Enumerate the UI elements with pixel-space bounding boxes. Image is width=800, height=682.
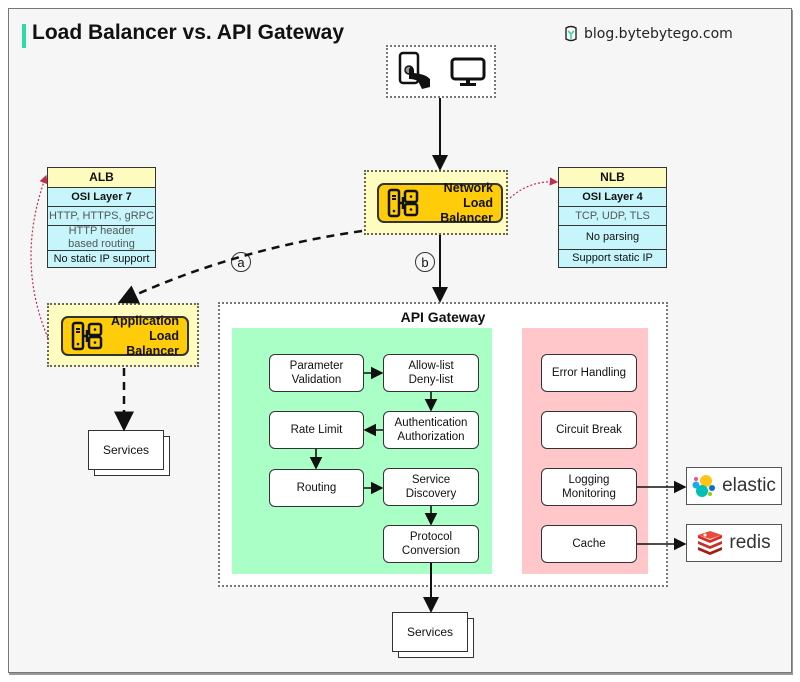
step-error-handling[interactable]: Error Handling [541, 354, 637, 392]
application-load-balancer[interactable]: Application Load Balancer [61, 313, 189, 358]
application-lb-label: Application Load Balancer [110, 313, 179, 358]
network-lb-zone: Network Load Balancer [364, 170, 508, 235]
alb-services[interactable]: Services [88, 430, 170, 476]
alb-table: ALB OSI Layer 7 HTTP, HTTPS, gRPC HTTP h… [47, 167, 156, 268]
step-routing[interactable]: Routing [269, 469, 364, 507]
step-authentication-authorization[interactable]: Authentication Authorization [383, 411, 479, 449]
mobile-touch-icon [398, 51, 430, 89]
services-label: Services [392, 612, 468, 652]
alb-table-title: ALB [48, 168, 155, 187]
step-protocol-conversion[interactable]: Protocol Conversion [383, 525, 479, 563]
brand[interactable]: blog.bytebytego.com [564, 25, 733, 42]
alb-table-row: HTTP header based routing [48, 225, 155, 250]
brand-url: blog.bytebytego.com [584, 25, 733, 42]
redis-label: redis [729, 532, 771, 553]
nlb-table-row: No parsing [559, 225, 666, 249]
nlb-table-row: Support static IP [559, 249, 666, 267]
nlb-table-row: TCP, UDP, TLS [559, 206, 666, 225]
api-gateway-title: API Gateway [400, 309, 486, 325]
title-accent-bar [22, 24, 26, 48]
redis-logo-icon [698, 531, 723, 555]
step-allow-deny-list[interactable]: Allow-list Deny-list [383, 354, 479, 392]
network-lb-label: Network Load Balancer [440, 180, 493, 225]
clients-box [386, 45, 496, 98]
page-title: Load Balancer vs. API Gateway [32, 21, 345, 44]
path-a-badge: a [231, 252, 251, 272]
path-b-badge: b [415, 252, 435, 272]
gateway-services[interactable]: Services [392, 612, 474, 658]
network-load-balancer[interactable]: Network Load Balancer [377, 180, 503, 225]
application-lb-zone: Application Load Balancer [47, 303, 199, 367]
step-logging-monitoring[interactable]: Logging Monitoring [541, 468, 637, 506]
alb-table-row: OSI Layer 7 [48, 187, 155, 206]
step-service-discovery[interactable]: Service Discovery [383, 468, 479, 506]
step-cache[interactable]: Cache [541, 525, 637, 563]
alb-table-row: No static IP support [48, 250, 155, 267]
load-balancer-icon [71, 321, 103, 351]
elastic-integration[interactable]: elastic [686, 467, 782, 505]
step-parameter-validation[interactable]: Parameter Validation [269, 354, 364, 392]
services-label: Services [88, 430, 164, 470]
elastic-label: elastic [722, 475, 776, 496]
desktop-monitor-icon [450, 57, 486, 86]
bytebytego-logo-icon [565, 25, 577, 42]
step-rate-limit[interactable]: Rate Limit [269, 411, 364, 449]
nlb-table-row: OSI Layer 4 [559, 187, 666, 206]
alb-table-row: HTTP, HTTPS, gRPC [48, 206, 155, 225]
load-balancer-icon [387, 188, 419, 218]
elastic-logo-icon [692, 475, 716, 497]
nlb-table: NLB OSI Layer 4 TCP, UDP, TLS No parsing… [558, 167, 667, 268]
nlb-table-title: NLB [559, 168, 666, 187]
redis-integration[interactable]: redis [686, 524, 782, 562]
step-circuit-break[interactable]: Circuit Break [541, 411, 637, 449]
